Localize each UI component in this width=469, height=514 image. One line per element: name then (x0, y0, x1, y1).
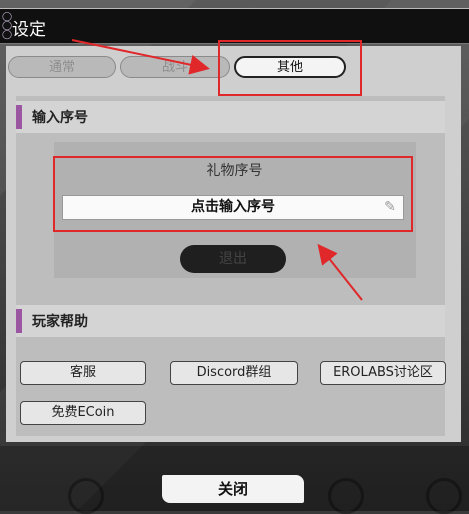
annotation-arrows (71, 39, 363, 301)
annotation-arrow-tab (71, 39, 210, 75)
annotation-arrow-gift-code (317, 243, 363, 301)
